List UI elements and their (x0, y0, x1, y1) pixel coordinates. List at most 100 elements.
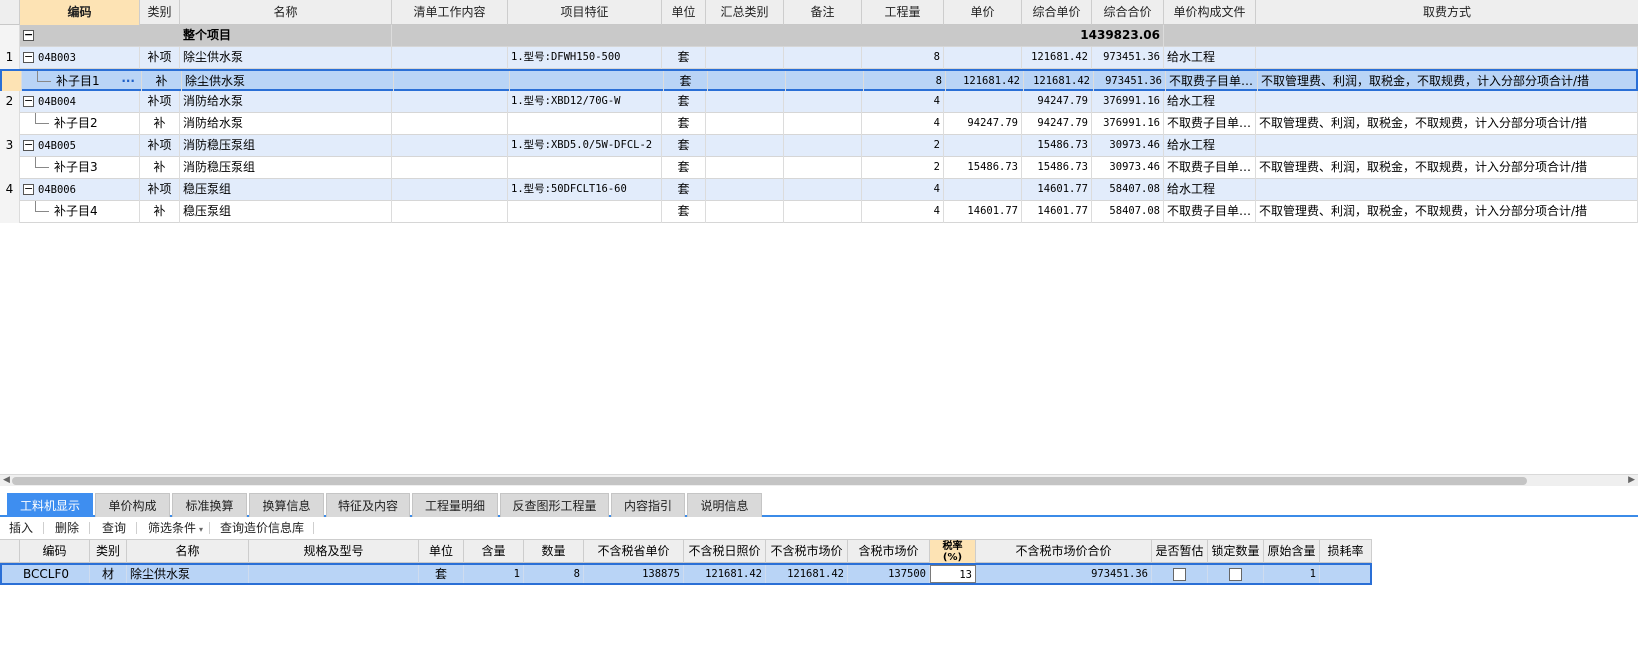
header-mat-name[interactable]: 名称 (127, 540, 249, 563)
tab-conversion-info[interactable]: 换算信息 (249, 493, 324, 517)
cell-work[interactable] (392, 113, 508, 135)
cell-qty[interactable]: 8 (864, 71, 946, 93)
header-is-estimate[interactable]: 是否暂估 (1152, 540, 1208, 563)
cell-unit-price[interactable]: 14601.77 (1022, 179, 1092, 201)
cell-feature[interactable] (510, 71, 664, 93)
cell-total[interactable]: 376991.16 (1092, 113, 1164, 135)
cell-qty[interactable]: 2 (862, 135, 944, 157)
cell-type[interactable]: 补 (140, 113, 180, 135)
cell-work[interactable] (392, 201, 508, 223)
cell-price[interactable] (944, 135, 1022, 157)
cell-file[interactable]: 给水工程 (1164, 47, 1256, 69)
cell-type[interactable]: 补项 (140, 47, 180, 69)
cell-sumtype[interactable] (706, 113, 784, 135)
collapse-icon[interactable]: − (23, 95, 34, 107)
tab-description[interactable]: 说明信息 (687, 493, 762, 517)
cell-code[interactable]: 补子目4 (20, 201, 140, 223)
cell-remark[interactable] (784, 135, 862, 157)
cell-feature[interactable] (508, 113, 662, 135)
cell-name[interactable]: 除尘供水泵 (182, 71, 394, 93)
cell-total[interactable]: 30973.46 (1092, 157, 1164, 179)
cell-fee[interactable] (1256, 179, 1638, 201)
more-options-button[interactable]: ··· (121, 71, 135, 92)
scroll-right-icon[interactable]: ▶ (1628, 475, 1635, 486)
tab-quantity-detail[interactable]: 工程量明细 (412, 493, 498, 517)
cell-feature[interactable]: 1.型号:50DFCLT16-60 (508, 179, 662, 201)
cell-price[interactable]: 15486.73 (944, 157, 1022, 179)
cell-sumtype[interactable] (706, 47, 784, 69)
cell-type[interactable]: 补项 (140, 135, 180, 157)
cell-total[interactable]: 58407.08 (1092, 201, 1164, 223)
delete-button[interactable]: 删除 (55, 517, 79, 539)
header-mat-type[interactable]: 类别 (90, 540, 127, 563)
cell-unit-price[interactable]: 14601.77 (1022, 201, 1092, 223)
mat-spec[interactable] (249, 565, 419, 583)
is-estimate-checkbox[interactable] (1173, 568, 1186, 581)
cell-unit[interactable]: 套 (662, 91, 706, 113)
mat-name[interactable]: 除尘供水泵 (127, 565, 249, 583)
mat-prov-price[interactable]: 138875 (584, 565, 684, 583)
cell-unit-price[interactable]: 121681.42 (1022, 47, 1092, 69)
header-mat-spec[interactable]: 规格及型号 (249, 540, 419, 563)
scrollbar-thumb[interactable] (12, 477, 1527, 485)
cell-file[interactable]: 不取费子目单… (1164, 157, 1256, 179)
header-type[interactable]: 类别 (140, 0, 180, 25)
cell-remark[interactable] (784, 113, 862, 135)
tax-rate-input[interactable]: 13 (930, 565, 976, 583)
cell-file[interactable]: 给水工程 (1164, 179, 1256, 201)
cell-feature[interactable] (508, 157, 662, 179)
cell-work[interactable] (392, 157, 508, 179)
cell-sumtype[interactable] (706, 179, 784, 201)
cell-remark[interactable] (786, 71, 864, 93)
header-feature[interactable]: 项目特征 (508, 0, 662, 25)
cell-qty[interactable]: 2 (862, 157, 944, 179)
header-mat-code[interactable]: 编码 (20, 540, 90, 563)
header-mat-qty[interactable]: 数量 (524, 540, 584, 563)
cell-remark[interactable] (784, 157, 862, 179)
cell-unit[interactable]: 套 (662, 201, 706, 223)
cell-work[interactable] (392, 91, 508, 113)
cell-type[interactable]: 补 (142, 71, 182, 93)
mat-qty[interactable]: 8 (524, 565, 584, 583)
mat-original-content[interactable]: 1 (1264, 565, 1320, 583)
cell-remark[interactable] (784, 47, 862, 69)
cell-unit-price[interactable]: 15486.73 (1022, 157, 1092, 179)
header-loss-rate[interactable]: 损耗率 (1320, 540, 1372, 563)
query-price-db-button[interactable]: 查询造价信息库 (220, 517, 304, 539)
header-quantity[interactable]: 工程量 (862, 0, 944, 25)
cell-remark[interactable] (784, 201, 862, 223)
header-rizhao-price[interactable]: 不含税日照价 (684, 540, 766, 563)
cell-code[interactable]: 补子目2 (20, 113, 140, 135)
cell-feature[interactable]: 1.型号:XBD12/70G-W (508, 91, 662, 113)
cell-unit[interactable]: 套 (662, 113, 706, 135)
cell-fee[interactable] (1256, 47, 1638, 69)
header-original-content[interactable]: 原始含量 (1264, 540, 1320, 563)
sub-item-row[interactable]: 补子目1 ··· 补除尘供水泵套 8 121681.42 121681.42 973451.… (0, 69, 1638, 93)
header-unit-price[interactable]: 综合单价 (1022, 0, 1092, 25)
cell-unit[interactable]: 套 (662, 157, 706, 179)
tab-reverse-graphic-quantity[interactable]: 反查图形工程量 (500, 493, 609, 517)
cell-sumtype[interactable] (706, 157, 784, 179)
cell-name[interactable]: 消防稳压泵组 (180, 157, 392, 179)
mat-tax-market-price[interactable]: 137500 (848, 565, 930, 583)
material-row[interactable]: BCCLF0 材 除尘供水泵 套 1 8 138875 121681.42 12… (0, 563, 1372, 585)
header-mat-unit[interactable]: 单位 (419, 540, 464, 563)
cell-total[interactable]: 58407.08 (1092, 179, 1164, 201)
cell-file[interactable]: 不取费子目单… (1164, 113, 1256, 135)
cell-fee[interactable]: 不取管理费、利润，取税金，不取规费，计入分部分项合计/措 (1256, 157, 1638, 179)
cell-file[interactable]: 不取费子目单… (1164, 201, 1256, 223)
header-mat-content[interactable]: 含量 (464, 540, 524, 563)
header-prov-price[interactable]: 不含税省单价 (584, 540, 684, 563)
cell-work[interactable] (392, 47, 508, 69)
cell-price[interactable]: 121681.42 (946, 71, 1024, 93)
scroll-left-icon[interactable]: ◀ (3, 475, 10, 486)
cell-price[interactable]: 14601.77 (944, 201, 1022, 223)
mat-loss-rate[interactable] (1320, 565, 1370, 583)
cell-qty[interactable]: 8 (862, 47, 944, 69)
cell-work[interactable] (394, 71, 510, 93)
cell-price[interactable] (944, 91, 1022, 113)
header-market-price[interactable]: 不含税市场价 (766, 540, 848, 563)
header-price[interactable]: 单价 (944, 0, 1022, 25)
header-tax-rate[interactable]: 税率 (%) (930, 540, 976, 563)
cell-sumtype[interactable] (706, 135, 784, 157)
